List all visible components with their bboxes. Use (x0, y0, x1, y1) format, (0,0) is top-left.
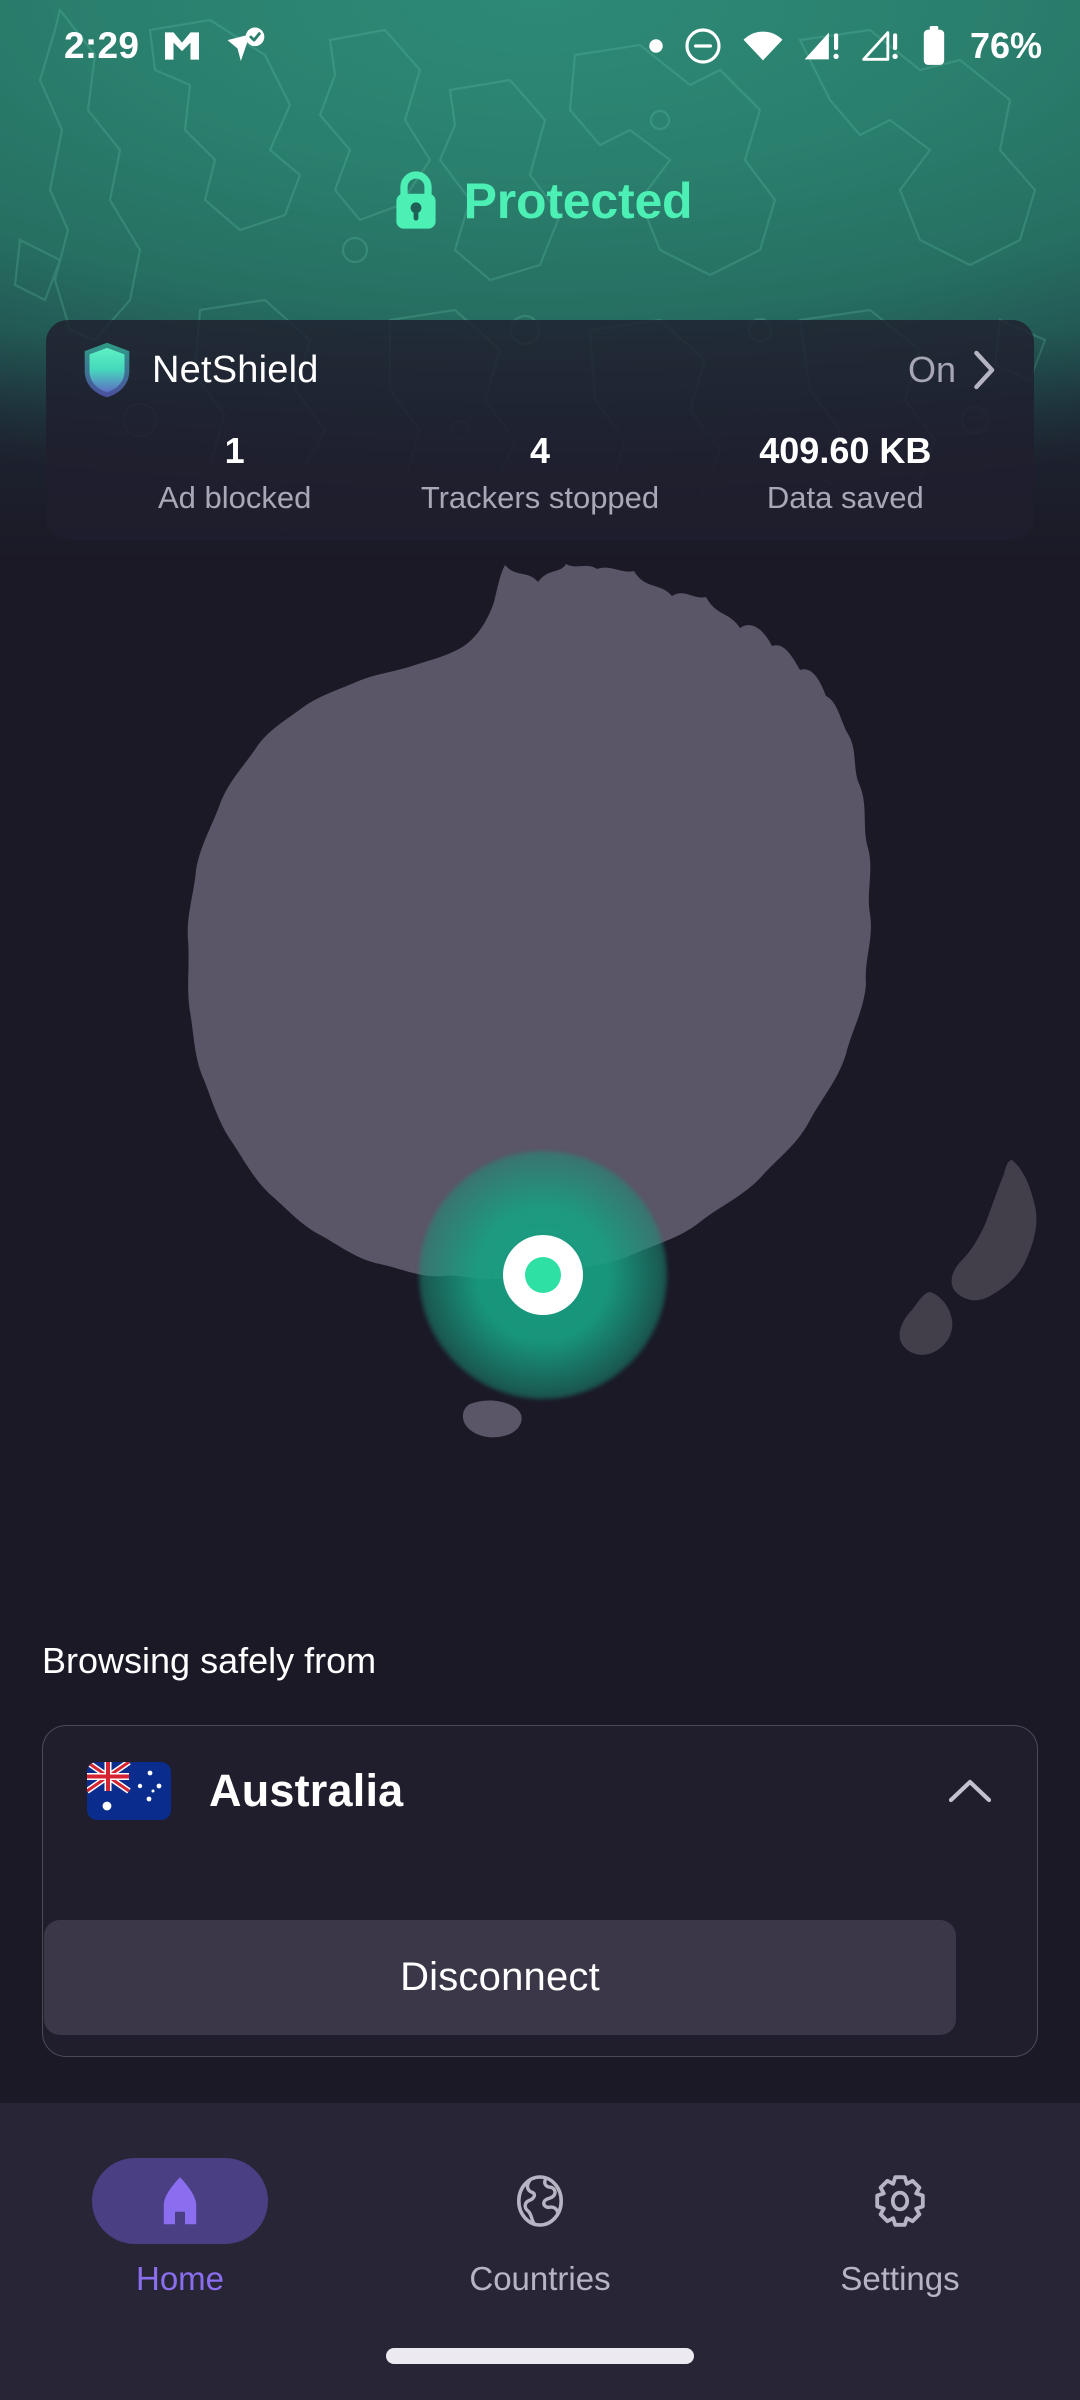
chevron-right-icon[interactable] (972, 349, 998, 391)
gear-icon (875, 2175, 925, 2227)
nav-label: Settings (840, 2260, 960, 2297)
status-bar-left: 2:29 (64, 25, 265, 67)
globe-icon (516, 2175, 564, 2227)
netshield-state-group[interactable]: On (908, 349, 998, 391)
chevron-up-icon[interactable] (947, 1777, 993, 1805)
bottom-navigation: Home Countries Settings (0, 2103, 1080, 2400)
battery-icon (923, 26, 945, 65)
stat-label: Trackers stopped (420, 480, 660, 515)
country-row[interactable]: Australia (43, 1726, 1037, 1856)
netshield-card[interactable]: NetShield On 1 Ad blocked 4 Trackers sto… (46, 320, 1034, 540)
australia-map-shape (187, 564, 1037, 1438)
wifi-icon (743, 31, 783, 61)
lock-icon (395, 171, 436, 229)
nav-item-countries[interactable]: Countries (360, 2103, 720, 2335)
nav-icon-slot (812, 2158, 988, 2244)
stat-value: 409.60 KB (759, 430, 932, 471)
status-bar: 2:29 76% (0, 0, 1080, 92)
do-not-disturb-icon (685, 28, 721, 64)
location-verified-icon (227, 27, 265, 61)
stat-value: 4 (529, 430, 550, 471)
server-location-pin[interactable] (419, 1151, 667, 1399)
status-bar-time: 2:29 (64, 25, 140, 66)
cellular-alert-icon (804, 32, 839, 60)
nav-items: Home Countries Settings (0, 2103, 1080, 2335)
stat-trackers-stopped: 4 Trackers stopped (387, 420, 692, 526)
protected-label: Protected (463, 173, 693, 229)
stat-label: Data saved (766, 480, 924, 515)
country-name-label: Australia (209, 1765, 404, 1816)
shield-icon (84, 342, 130, 398)
nav-active-pill (92, 2158, 268, 2244)
nav-item-settings[interactable]: Settings (720, 2103, 1080, 2335)
pin-center-dot (525, 1257, 561, 1293)
nav-icon-slot (452, 2158, 628, 2244)
dot-indicator-icon (649, 39, 663, 53)
map-view[interactable] (0, 470, 1080, 1630)
cellular-alert-2-icon (862, 31, 898, 61)
stat-value: 1 (224, 430, 245, 471)
vpn-app-screen: 2:29 76% Protected NetShield On 1 Ad blo… (0, 0, 1080, 2400)
netshield-title: NetShield (152, 348, 319, 391)
stat-label: Ad blocked (157, 480, 312, 515)
netshield-stats-row: 1 Ad blocked 4 Trackers stopped 409.60 K… (82, 420, 998, 540)
home-indicator[interactable] (386, 2348, 694, 2364)
gmail-icon (165, 32, 200, 60)
nav-label: Home (135, 2260, 225, 2297)
australia-flag-icon (87, 1762, 171, 1820)
protected-status: Protected (0, 158, 1080, 244)
disconnect-button[interactable]: Disconnect (44, 1920, 956, 2035)
netshield-state-label: On (907, 349, 956, 390)
status-bar-right: 76% (648, 25, 1042, 67)
nav-label: Countries (469, 2260, 611, 2297)
stat-data-saved: 409.60 KB Data saved (693, 420, 998, 526)
nav-item-home[interactable]: Home (0, 2103, 360, 2335)
battery-percent-label: 76% (969, 25, 1042, 66)
stat-ad-blocked: 1 Ad blocked (82, 420, 387, 526)
home-icon (163, 2177, 197, 2225)
browsing-safely-label: Browsing safely from (42, 1640, 377, 1681)
netshield-header-row[interactable]: NetShield On (82, 320, 998, 420)
